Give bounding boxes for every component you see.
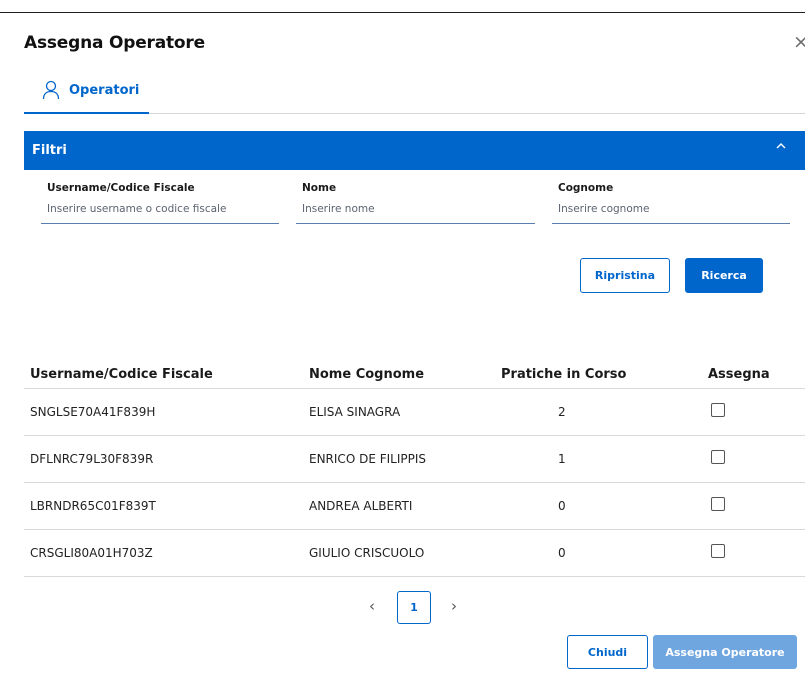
- cell-name: GIULIO CRISCUOLO: [309, 546, 425, 560]
- close-icon[interactable]: ×: [793, 31, 805, 53]
- chevron-right-icon[interactable]: ›: [451, 597, 457, 615]
- top-border: [0, 12, 805, 13]
- tab-label: Operatori: [69, 83, 140, 98]
- chevron-left-icon[interactable]: ‹: [369, 597, 375, 615]
- username-field: Username/Codice Fiscale: [41, 182, 279, 224]
- cognome-field: Cognome: [552, 182, 790, 224]
- row-divider: [24, 435, 805, 436]
- modal-title: Assegna Operatore: [24, 33, 205, 53]
- column-header-assign: Assegna: [708, 367, 770, 382]
- assign-checkbox[interactable]: [711, 403, 725, 417]
- row-divider: [24, 576, 805, 577]
- chevron-up-icon[interactable]: [776, 139, 786, 157]
- cell-count: 0: [558, 499, 566, 513]
- username-input[interactable]: [41, 199, 279, 219]
- cell-username: CRSGLI80A01H703Z: [30, 546, 153, 560]
- nome-label: Nome: [302, 182, 337, 194]
- tab-operatori[interactable]: Operatori: [24, 76, 149, 114]
- nome-input[interactable]: [296, 199, 535, 219]
- cell-name: ENRICO DE FILIPPIS: [309, 452, 427, 466]
- cell-count: 0: [558, 546, 566, 560]
- cell-username: SNGLSE70A41F839H: [30, 405, 156, 419]
- filters-header[interactable]: Filtri: [24, 131, 805, 170]
- row-divider: [24, 529, 805, 530]
- cognome-input[interactable]: [552, 199, 790, 219]
- assign-operator-button[interactable]: Assegna Operatore: [653, 635, 797, 669]
- column-header-count: Pratiche in Corso: [501, 367, 627, 382]
- header-divider: [24, 388, 805, 389]
- cognome-label: Cognome: [558, 182, 614, 194]
- column-header-name: Nome Cognome: [309, 367, 425, 382]
- assign-checkbox[interactable]: [711, 497, 725, 511]
- cell-username: LBRNDR65C01F839T: [30, 499, 156, 513]
- cell-name: ELISA SINAGRA: [309, 405, 401, 419]
- cell-count: 2: [558, 405, 566, 419]
- cell-username: DFLNRC79L30F839R: [30, 452, 154, 466]
- username-label: Username/Codice Fiscale: [47, 182, 195, 194]
- close-button[interactable]: Chiudi: [567, 635, 648, 669]
- tab-divider: [149, 113, 805, 114]
- column-header-username: Username/Codice Fiscale: [30, 367, 213, 382]
- cell-count: 1: [558, 452, 566, 466]
- row-divider: [24, 482, 805, 483]
- nome-field: Nome: [296, 182, 535, 224]
- page-button-current[interactable]: 1: [397, 591, 431, 624]
- search-button[interactable]: Ricerca: [685, 258, 763, 293]
- filters-title: Filtri: [32, 143, 67, 158]
- assign-checkbox[interactable]: [711, 450, 725, 464]
- user-icon: [42, 80, 60, 100]
- cell-name: ANDREA ALBERTI: [309, 499, 413, 513]
- reset-button[interactable]: Ripristina: [580, 258, 670, 293]
- assign-checkbox[interactable]: [711, 544, 725, 558]
